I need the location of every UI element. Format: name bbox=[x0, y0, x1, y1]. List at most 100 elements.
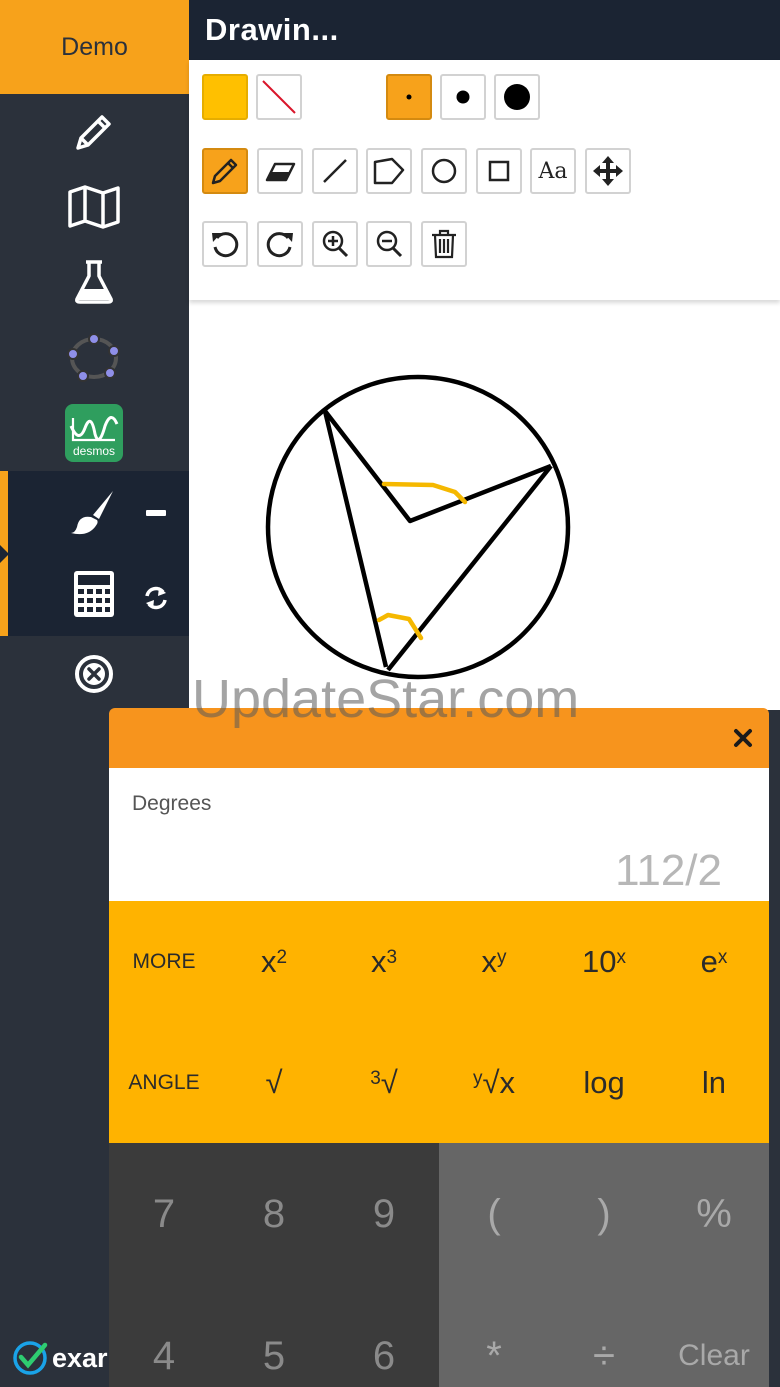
key-label: ln bbox=[701, 1064, 727, 1100]
redo-button[interactable] bbox=[257, 221, 303, 267]
sketch bbox=[265, 374, 571, 680]
clear-button[interactable]: Clear bbox=[659, 1285, 769, 1387]
key-label: √ bbox=[380, 1064, 398, 1100]
log-button[interactable]: log bbox=[549, 1022, 659, 1143]
key-sup: y bbox=[497, 946, 507, 968]
scientific-keypad: MORE x2 x3 xy 10 x ex ANGLE √ 3 √ y √x log … bbox=[109, 901, 769, 1143]
map-icon[interactable] bbox=[62, 179, 126, 235]
key-label: log bbox=[583, 1064, 625, 1100]
polygon-icon bbox=[373, 157, 405, 185]
polygon-tool-button[interactable] bbox=[366, 148, 412, 194]
key-base: x bbox=[370, 943, 387, 979]
power-button[interactable]: xy bbox=[439, 901, 549, 1022]
redo-icon bbox=[266, 232, 293, 258]
key-base: 10 bbox=[582, 943, 617, 979]
brush-size-medium-button[interactable] bbox=[440, 74, 486, 120]
fill-color-swatch[interactable] bbox=[202, 74, 248, 120]
digit-4-button[interactable]: 4 bbox=[109, 1285, 219, 1387]
delete-button[interactable] bbox=[421, 221, 467, 267]
demo-label: Demo bbox=[61, 32, 128, 61]
key-label: √ bbox=[265, 1064, 283, 1100]
brush-size-small-button[interactable] bbox=[386, 74, 432, 120]
move-tool-button[interactable] bbox=[585, 148, 631, 194]
rectangle-tool-button[interactable] bbox=[476, 148, 522, 194]
zoom-out-button[interactable] bbox=[366, 221, 412, 267]
nth-root-button[interactable]: y √x bbox=[439, 1022, 549, 1143]
exp-button[interactable]: ex bbox=[659, 901, 769, 1022]
no-stroke-swatch[interactable] bbox=[256, 74, 302, 120]
sqrt-button[interactable]: √ bbox=[219, 1022, 329, 1143]
desmos-icon[interactable]: desmos bbox=[62, 404, 126, 462]
key-label: √x bbox=[482, 1064, 515, 1100]
geogebra-icon[interactable] bbox=[62, 330, 126, 386]
eraser-tool-button[interactable] bbox=[257, 148, 303, 194]
circle-icon bbox=[431, 158, 457, 184]
key-pre: 3 bbox=[370, 1067, 381, 1089]
number-keypad: 7 8 9 4 5 6 bbox=[109, 1143, 439, 1387]
multiply-button[interactable]: * bbox=[439, 1285, 549, 1387]
divide-button[interactable]: ÷ bbox=[549, 1285, 659, 1387]
desmos-label: desmos bbox=[73, 444, 115, 458]
digit-5-button[interactable]: 5 bbox=[219, 1285, 329, 1387]
drawing-title: Drawin... bbox=[205, 12, 339, 47]
square-button[interactable]: x2 bbox=[219, 901, 329, 1022]
drawing-canvas[interactable] bbox=[189, 300, 780, 710]
circle-tool-button[interactable] bbox=[421, 148, 467, 194]
drawing-header: Drawin... bbox=[189, 0, 780, 60]
ten-power-button[interactable]: 10 x bbox=[549, 901, 659, 1022]
key-sup: x bbox=[717, 946, 728, 968]
angle-marks bbox=[376, 481, 468, 641]
eraser-icon bbox=[265, 162, 296, 182]
paintbrush-icon[interactable] bbox=[62, 484, 126, 540]
demo-tab[interactable]: Demo bbox=[0, 0, 189, 94]
zoom-out-icon bbox=[376, 230, 403, 258]
watermark: UpdateStar.com bbox=[192, 669, 580, 729]
calculator-panel: Degrees 112/2 MORE x2 x3 xy 10 x ex ANGLE… bbox=[109, 708, 769, 1387]
undo-button[interactable] bbox=[202, 221, 248, 267]
calculator-display: Degrees 112/2 bbox=[109, 768, 769, 901]
pencil-icon[interactable] bbox=[62, 104, 126, 160]
operator-keypad: ( ) % * ÷ Clear bbox=[439, 1143, 769, 1387]
cube-button[interactable]: x3 bbox=[329, 901, 439, 1022]
sidebar-active-notch bbox=[0, 545, 9, 563]
key-sup: 2 bbox=[276, 946, 288, 968]
close-paren-button[interactable]: ) bbox=[549, 1143, 659, 1285]
brush-size-large-button[interactable] bbox=[494, 74, 540, 120]
digit-8-button[interactable]: 8 bbox=[219, 1143, 329, 1285]
logo-text: exar bbox=[52, 1342, 108, 1373]
open-paren-button[interactable]: ( bbox=[439, 1143, 549, 1285]
calculator-expression: 112/2 bbox=[615, 846, 722, 895]
digit-7-button[interactable]: 7 bbox=[109, 1143, 219, 1285]
angle-button[interactable]: ANGLE bbox=[109, 1022, 219, 1143]
check-circle-icon bbox=[13, 1341, 48, 1375]
calculator-icon[interactable] bbox=[62, 566, 126, 622]
sketch-lines bbox=[322, 409, 553, 672]
exam-logo: exar bbox=[12, 1338, 108, 1378]
close-icon[interactable] bbox=[731, 726, 755, 750]
ln-button[interactable]: ln bbox=[659, 1022, 769, 1143]
digit-6-button[interactable]: 6 bbox=[329, 1285, 439, 1387]
drawing-toolbar: Aa bbox=[189, 60, 780, 300]
refresh-icon[interactable] bbox=[140, 583, 172, 613]
key-sup: 3 bbox=[386, 946, 398, 968]
rectangle-icon bbox=[488, 160, 510, 182]
pencil-tool-button[interactable] bbox=[202, 148, 248, 194]
cube-root-button[interactable]: 3 √ bbox=[329, 1022, 439, 1143]
more-label: MORE bbox=[132, 949, 196, 973]
key-sup: x bbox=[616, 946, 626, 968]
pencil-icon bbox=[211, 158, 238, 185]
angle-label: ANGLE bbox=[128, 1070, 200, 1094]
move-icon bbox=[593, 156, 623, 186]
text-tool-button[interactable]: Aa bbox=[530, 148, 576, 194]
digit-9-button[interactable]: 9 bbox=[329, 1143, 439, 1285]
flask-icon[interactable] bbox=[62, 254, 126, 310]
zoom-in-button[interactable] bbox=[312, 221, 358, 267]
line-icon bbox=[323, 159, 347, 183]
key-base: x bbox=[481, 943, 498, 979]
line-tool-button[interactable] bbox=[312, 148, 358, 194]
key-pre: y bbox=[472, 1067, 483, 1089]
more-button[interactable]: MORE bbox=[109, 901, 219, 1022]
percent-button[interactable]: % bbox=[659, 1143, 769, 1285]
collapse-icon[interactable] bbox=[146, 510, 166, 516]
close-circle-icon[interactable] bbox=[62, 646, 126, 702]
